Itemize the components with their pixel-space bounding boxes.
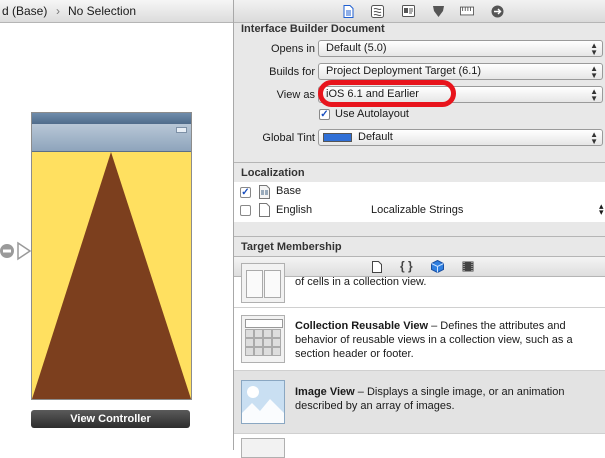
jump-bar: d (Base) › No Selection [0, 0, 233, 23]
global-tint-popup[interactable]: Default ▲ ▼ [318, 129, 603, 146]
identity-inspector-icon[interactable] [401, 4, 415, 18]
section-divider [234, 236, 605, 237]
view-as-popup[interactable]: iOS 6.1 and Earlier ▲ ▼ [318, 86, 603, 103]
chevron-right-icon: › [56, 4, 60, 18]
object-library-icon[interactable] [431, 260, 444, 273]
localization-table: ✓ Base English Localizable Strings ▴ ▾ [234, 182, 605, 222]
connections-inspector-icon[interactable] [490, 4, 504, 18]
file-template-library-icon[interactable] [372, 261, 382, 273]
popup-arrows-icon[interactable]: ▴ ▾ [599, 202, 604, 217]
view-controller-scene[interactable] [31, 112, 192, 400]
localization-row-name: Base [276, 185, 302, 197]
use-autolayout-checkbox[interactable]: ✓ [319, 109, 330, 120]
list-item[interactable]: Collection Reusable View – Defines the a… [234, 308, 605, 371]
opens-in-popup[interactable]: Default (5.0) ▲ ▼ [318, 40, 603, 57]
jump-bar-crumb-storyboard[interactable]: d (Base) [2, 4, 47, 18]
localization-english-checkbox[interactable] [240, 205, 251, 216]
list-item[interactable]: of cells in a collection view. [234, 263, 605, 308]
popup-arrows-icon: ▲ ▼ [590, 41, 598, 57]
library-item-description: Image View – Displays a single image, or… [295, 386, 565, 412]
triangle-image[interactable] [32, 152, 191, 399]
quick-help-icon[interactable] [370, 4, 384, 18]
view-as-value: iOS 6.1 and Earlier [326, 88, 419, 100]
collection-reusable-view-thumbnail [241, 315, 285, 363]
list-item[interactable]: Image View – Displays a single image, or… [234, 371, 605, 434]
ib-document-header: Interface Builder Document [241, 23, 385, 35]
list-item[interactable] [234, 434, 605, 458]
navigation-bar[interactable] [32, 124, 191, 152]
document-file-icon [259, 203, 270, 217]
tint-color-swatch [323, 132, 352, 142]
initial-scene-arrow-icon[interactable] [0, 240, 34, 262]
library-item-title: Image View [295, 386, 355, 398]
localization-row-name: English [276, 204, 313, 216]
image-view-icon [241, 380, 285, 424]
jump-bar-crumb-selection[interactable]: No Selection [68, 4, 136, 18]
section-divider [234, 162, 605, 163]
view-controller-label[interactable]: View Controller [31, 410, 190, 428]
text-view-thumbnail [241, 438, 285, 458]
size-inspector-icon[interactable] [460, 4, 474, 18]
library-item-title: Collection Reusable View [295, 320, 429, 332]
builds-for-value: Project Deployment Target (6.1) [326, 65, 482, 77]
use-autolayout-label: Use Autolayout [335, 108, 409, 120]
opens-in-label: Opens in [270, 43, 315, 55]
target-membership-header: Target Membership [241, 241, 342, 253]
battery-icon [176, 127, 187, 133]
collection-view-cell-thumbnail [241, 263, 285, 303]
object-library-list[interactable]: of cells in a collection view. Collectio… [234, 263, 605, 458]
utilities-pane: Interface Builder Document Opens in Defa… [234, 0, 605, 458]
storyboard-file-icon [259, 185, 270, 199]
localization-base-checkbox[interactable]: ✓ [240, 187, 251, 198]
popup-arrows-icon: ▲ ▼ [590, 64, 598, 80]
view-as-label: View as [276, 89, 315, 101]
media-library-icon[interactable] [462, 261, 474, 272]
file-inspector-icon[interactable] [341, 4, 355, 18]
global-tint-label: Global Tint [262, 132, 315, 144]
builds-for-popup[interactable]: Project Deployment Target (6.1) ▲ ▼ [318, 63, 603, 80]
status-bar [32, 113, 191, 124]
localization-row-type: Localizable Strings [371, 204, 464, 216]
builds-for-label: Builds for [269, 66, 315, 78]
library-item-description: of cells in a collection view. [295, 276, 427, 288]
attributes-inspector-icon[interactable] [431, 4, 445, 18]
library-item-description: Collection Reusable View – Defines the a… [295, 320, 573, 360]
localization-header: Localization [241, 167, 305, 179]
library-tabs: { } [234, 256, 605, 277]
inspector-tabs [234, 0, 605, 23]
popup-arrows-icon: ▲ ▼ [590, 130, 598, 146]
opens-in-value: Default (5.0) [326, 42, 387, 54]
code-snippet-library-icon[interactable]: { } [400, 259, 413, 273]
popup-arrows-icon: ▲ ▼ [590, 87, 598, 103]
global-tint-value: Default [358, 131, 393, 143]
